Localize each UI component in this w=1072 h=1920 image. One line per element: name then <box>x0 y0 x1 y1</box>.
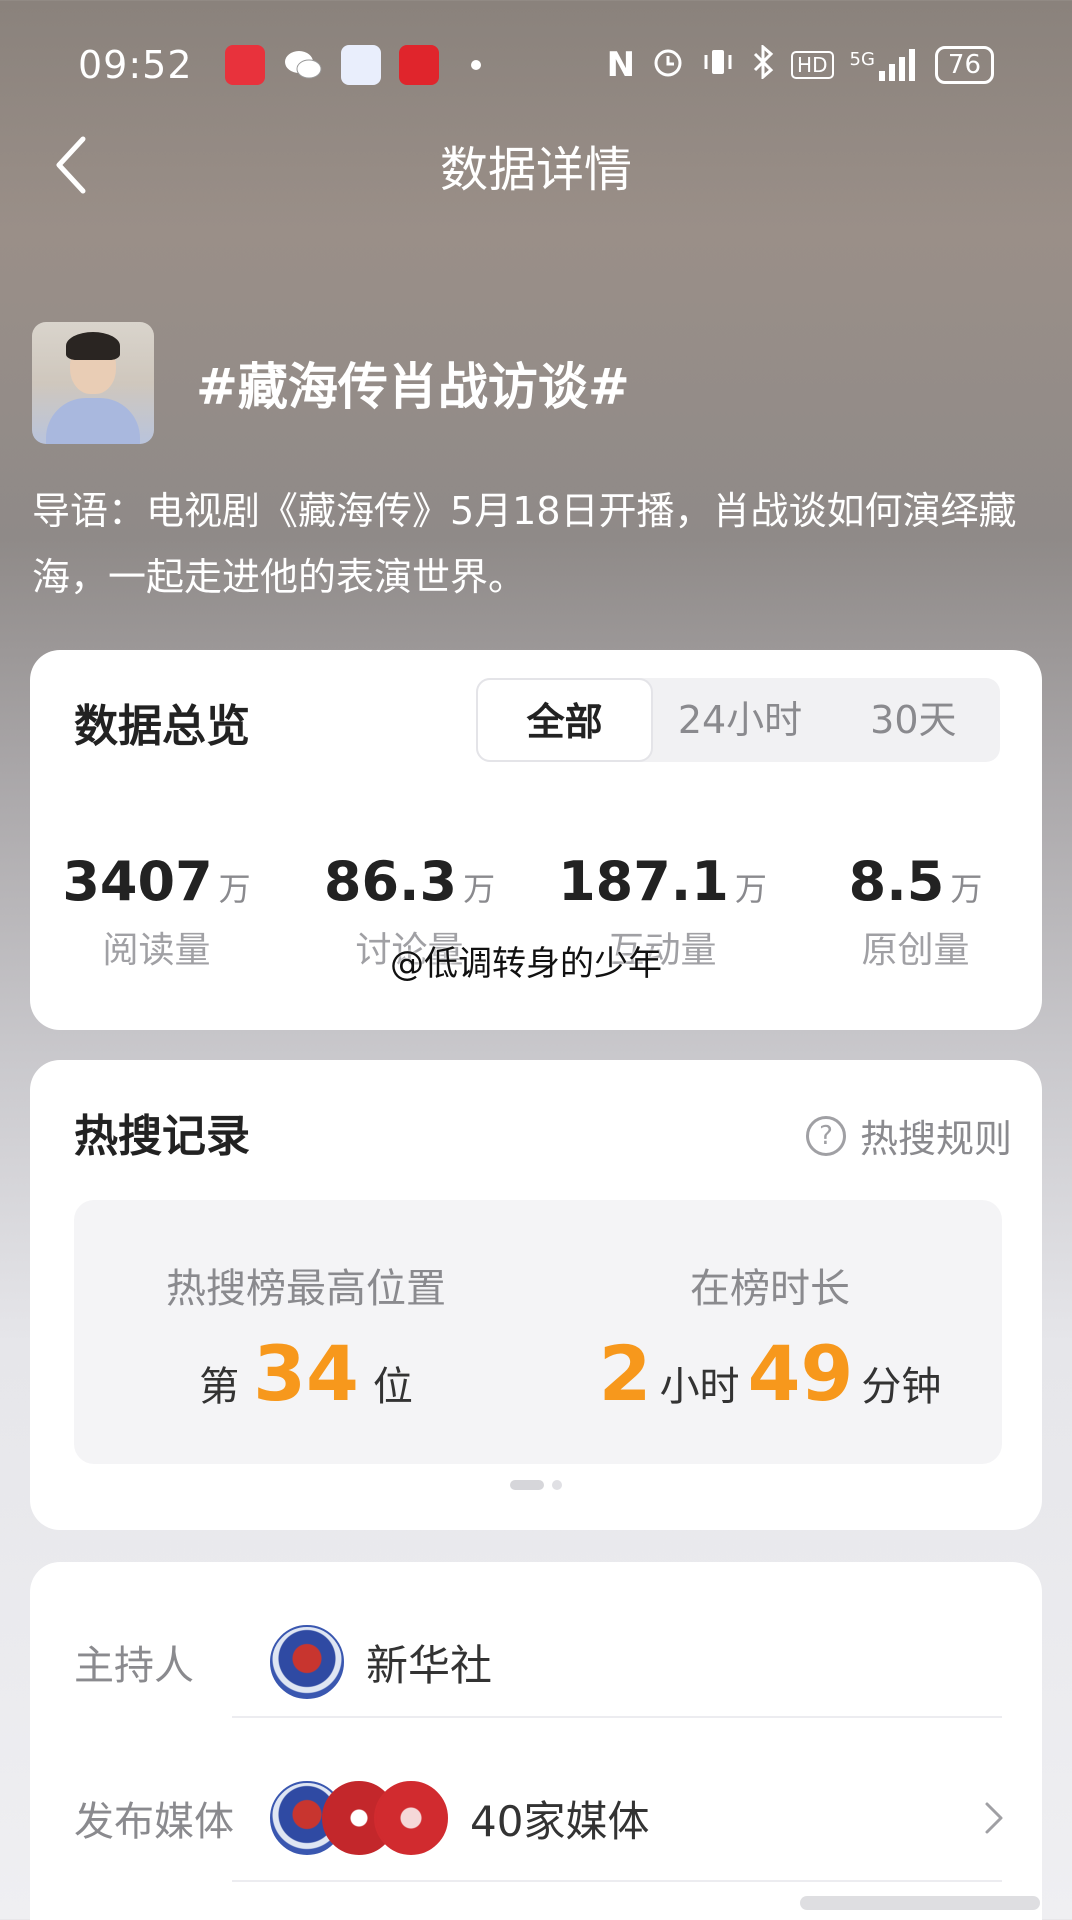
duration-label: 在榜时长 <box>690 1266 850 1312</box>
media-row[interactable]: 发布媒体 40家媒体 <box>74 1758 1014 1878</box>
duration-hours: 2 <box>598 1329 652 1418</box>
stat-value: 187.1 <box>558 850 729 913</box>
xinhua-logo-icon <box>270 1625 344 1699</box>
hot-search-title: 热搜记录 <box>74 1111 250 1162</box>
calendar-icon <box>340 45 381 85</box>
battery-icon: 76 <box>934 46 994 84</box>
duration-hours-unit: 小时 <box>659 1364 740 1410</box>
hot-search-card: 热搜记录 ? 热搜规则 热搜榜最高位置 第 34 位 在榜时长 2 小时 49 … <box>30 1060 1042 1530</box>
stat-originals: 8.5 万 原创量 <box>789 850 1042 973</box>
highest-prefix: 第 <box>199 1364 240 1410</box>
divider <box>232 1880 1002 1882</box>
stat-unit: 万 <box>463 870 496 908</box>
highest-value-row: 第 34 位 <box>74 1336 538 1412</box>
overview-title: 数据总览 <box>74 701 250 752</box>
media-name: 40家媒体 <box>470 1796 650 1846</box>
signal-label: 5G <box>849 49 875 70</box>
page-title: 数据详情 <box>439 142 632 198</box>
page-indicator <box>510 1480 562 1490</box>
host-name: 新华社 <box>366 1640 493 1690</box>
hot-search-rules-link[interactable]: ? 热搜规则 <box>805 1108 1012 1163</box>
divider <box>232 1716 1002 1718</box>
chevron-right-icon <box>974 1788 1014 1848</box>
nfc-icon: N <box>606 45 636 85</box>
hd-icon: HD <box>791 51 834 79</box>
host-row: 主持人 新华社 <box>74 1602 1014 1722</box>
stat-value: 3407 <box>62 850 213 913</box>
home-indicator <box>800 1896 1040 1910</box>
page-dot-active <box>510 1480 544 1490</box>
stat-unit: 万 <box>218 870 251 908</box>
on-list-duration: 在榜时长 2 小时 49 分钟 <box>538 1200 1002 1464</box>
highest-value: 34 <box>253 1329 359 1418</box>
wechat-icon <box>283 45 323 85</box>
stat-unit: 万 <box>950 870 983 908</box>
xiaohongshu-app-icon <box>224 45 265 85</box>
hot-search-stats: 热搜榜最高位置 第 34 位 在榜时长 2 小时 49 分钟 <box>74 1200 1002 1464</box>
media-logo-icon <box>374 1781 448 1855</box>
red-app-icon <box>398 45 439 85</box>
tab-all[interactable]: 全部 <box>476 678 654 762</box>
bluetooth-icon <box>751 43 775 86</box>
duration-minutes-unit: 分钟 <box>861 1364 942 1410</box>
watermark-text: @低调转身的少年 <box>390 944 662 984</box>
stat-label: 原创量 <box>861 930 970 971</box>
duration-value-row: 2 小时 49 分钟 <box>538 1336 1002 1412</box>
page-dot <box>552 1480 562 1490</box>
time-range-tabs: 全部 24小时 30天 <box>476 678 1000 762</box>
topic-intro: 导语：电视剧《藏海传》5月18日开播，肖战谈如何演绎藏海，一起走进他的表演世界。 <box>32 489 1017 599</box>
topic-avatar <box>32 322 154 444</box>
host-label: 主持人 <box>74 1643 194 1689</box>
tab-24h[interactable]: 24小时 <box>653 678 826 762</box>
nav-bar: 数据详情 <box>0 120 1072 210</box>
status-bar: 09:52 N HD 5G 76 <box>0 0 1072 130</box>
alarm-icon <box>651 45 685 86</box>
topic-title: #藏海传肖战访谈# <box>196 358 630 416</box>
notification-dot-icon <box>470 60 481 70</box>
host-card: 主持人 新华社 发布媒体 40家媒体 <box>30 1562 1042 1920</box>
status-time: 09:52 <box>78 43 193 87</box>
rules-label: 热搜规则 <box>859 1117 1012 1161</box>
stat-value: 86.3 <box>323 850 458 913</box>
stat-value: 8.5 <box>848 850 945 913</box>
highest-suffix: 位 <box>372 1364 413 1410</box>
question-icon: ? <box>805 1115 846 1156</box>
highest-label: 热搜榜最高位置 <box>166 1266 446 1312</box>
signal-5g-icon: 5G <box>850 49 919 81</box>
back-arrow-icon[interactable] <box>36 130 106 200</box>
stat-label: 阅读量 <box>102 930 211 971</box>
stat-reads: 3407 万 阅读量 <box>30 850 283 973</box>
highest-position: 热搜榜最高位置 第 34 位 <box>74 1200 538 1464</box>
topic-header: #藏海传肖战访谈# <box>32 322 630 444</box>
status-icons: N HD 5G 76 <box>606 43 994 86</box>
vibrate-icon <box>701 45 735 86</box>
media-label: 发布媒体 <box>74 1799 234 1845</box>
duration-minutes: 49 <box>747 1329 854 1418</box>
stat-unit: 万 <box>734 870 767 908</box>
tab-30d[interactable]: 30天 <box>827 678 1000 762</box>
